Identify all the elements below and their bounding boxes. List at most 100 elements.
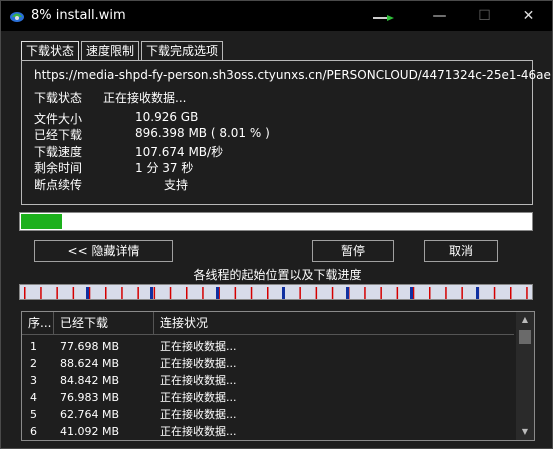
thread-start-mark bbox=[105, 287, 107, 299]
thread-progress-mark bbox=[346, 287, 349, 299]
thread-progress-mark bbox=[86, 287, 89, 299]
thread-index: 2 bbox=[30, 357, 37, 370]
thread-start-mark bbox=[445, 287, 447, 299]
thread-start-mark bbox=[250, 287, 253, 299]
downloaded-label: 已经下载 bbox=[34, 128, 83, 142]
thread-downloaded: 77.698 MB bbox=[60, 340, 120, 353]
speed-value: 107.674 MB/秒 bbox=[135, 145, 224, 159]
table-row[interactable]: 2 88.624 MB 正在接收数据... bbox=[22, 355, 514, 372]
header-index[interactable]: 序... bbox=[22, 312, 54, 334]
header-downloaded[interactable]: 已经下载 bbox=[54, 312, 154, 334]
table-row[interactable]: 4 76.983 MB 正在接收数据... bbox=[22, 389, 514, 406]
thread-state: 正在接收数据... bbox=[160, 357, 237, 370]
thread-start-mark bbox=[169, 287, 172, 299]
close-button[interactable]: ✕ bbox=[506, 1, 551, 31]
thread-list-header: 序... 已经下载 连接状况 bbox=[22, 312, 514, 335]
tab-completion-options[interactable]: 下载完成选项 bbox=[141, 41, 224, 60]
thread-progress-mark bbox=[282, 287, 285, 299]
thread-state: 正在接收数据... bbox=[160, 374, 237, 387]
thread-state: 正在接收数据... bbox=[160, 425, 237, 438]
remaining-value: 1 分 37 秒 bbox=[135, 161, 194, 175]
thread-start-mark bbox=[137, 287, 139, 299]
thread-start-mark bbox=[299, 287, 301, 299]
thread-index: 5 bbox=[30, 408, 37, 421]
window-title: 8% install.wim bbox=[31, 8, 126, 23]
title-bar[interactable]: 8% install.wim — ☐ ✕ bbox=[1, 1, 552, 31]
thread-index: 1 bbox=[30, 340, 37, 353]
thread-state: 正在接收数据... bbox=[160, 391, 237, 404]
pause-button[interactable]: 暂停 bbox=[312, 240, 394, 262]
scroll-thumb[interactable] bbox=[519, 330, 531, 344]
size-value: 10.926 GB bbox=[135, 110, 199, 124]
table-row[interactable]: 3 84.842 MB 正在接收数据... bbox=[22, 372, 514, 389]
tab-bar: 下载状态 速度限制 下载完成选项 bbox=[21, 41, 224, 61]
remaining-label: 剩余时间 bbox=[34, 161, 83, 175]
table-row[interactable]: 5 62.764 MB 正在接收数据... bbox=[22, 406, 514, 423]
thread-start-mark bbox=[234, 287, 237, 299]
thread-start-mark bbox=[526, 287, 528, 299]
hide-details-button[interactable]: << 隐藏详情 bbox=[34, 240, 173, 262]
download-progress-bar bbox=[19, 212, 533, 231]
download-url: https://media-shpd-fy-person.sh3oss.ctyu… bbox=[34, 68, 551, 82]
thread-start-mark bbox=[429, 287, 431, 299]
thread-index: 6 bbox=[30, 425, 37, 438]
thread-marks bbox=[24, 287, 528, 299]
thread-progress-mark bbox=[476, 287, 479, 299]
threads-caption: 各线程的起始位置以及下载进度 bbox=[193, 268, 362, 282]
thread-start-mark bbox=[315, 287, 318, 299]
progress-fill bbox=[21, 214, 62, 229]
thread-start-mark bbox=[56, 287, 58, 299]
thread-downloaded: 84.842 MB bbox=[60, 374, 120, 387]
table-row[interactable]: 1 77.698 MB 正在接收数据... bbox=[22, 338, 514, 355]
thread-start-mark bbox=[331, 287, 334, 299]
thread-start-mark bbox=[153, 287, 156, 299]
thread-start-mark bbox=[186, 287, 188, 299]
tab-download-status[interactable]: 下载状态 bbox=[21, 41, 80, 60]
app-icon bbox=[10, 12, 24, 22]
thread-start-mark bbox=[380, 287, 382, 299]
scroll-down-icon[interactable]: ▼ bbox=[516, 424, 534, 440]
thread-downloaded: 41.092 MB bbox=[60, 425, 120, 438]
header-connection[interactable]: 连接状况 bbox=[154, 312, 514, 334]
state-value: 正在接收数据... bbox=[103, 91, 187, 105]
thread-start-mark bbox=[461, 287, 463, 299]
thread-start-mark bbox=[202, 287, 204, 299]
size-label: 文件大小 bbox=[34, 112, 83, 126]
thread-downloaded: 88.624 MB bbox=[60, 357, 120, 370]
thread-start-mark bbox=[493, 287, 496, 299]
thread-start-mark bbox=[121, 287, 123, 299]
tab-speed-limit[interactable]: 速度限制 bbox=[81, 41, 140, 60]
table-row[interactable]: 6 41.092 MB 正在接收数据... bbox=[22, 423, 514, 440]
thread-start-mark bbox=[88, 287, 91, 299]
speed-label: 下载速度 bbox=[34, 145, 83, 159]
status-panel: https://media-shpd-fy-person.sh3oss.ctyu… bbox=[21, 60, 551, 205]
thread-start-mark bbox=[40, 287, 42, 299]
thread-state: 正在接收数据... bbox=[160, 340, 237, 353]
thread-start-mark bbox=[510, 287, 512, 299]
thread-start-mark bbox=[396, 287, 399, 299]
maximize-button[interactable]: ☐ bbox=[462, 1, 507, 31]
resume-label: 断点续传 bbox=[34, 178, 83, 192]
minimize-button[interactable]: — bbox=[417, 1, 462, 31]
thread-downloaded: 76.983 MB bbox=[60, 391, 120, 404]
thread-progress-mark bbox=[410, 287, 413, 299]
thread-progress-mark bbox=[216, 287, 219, 299]
state-label: 下载状态 bbox=[34, 91, 83, 105]
thread-state: 正在接收数据... bbox=[160, 408, 237, 421]
downloaded-value: 896.398 MB ( 8.01 % ) bbox=[135, 126, 270, 140]
thread-progress-strip bbox=[19, 284, 533, 300]
scroll-up-icon[interactable]: ▲ bbox=[516, 312, 534, 328]
thread-index: 4 bbox=[30, 391, 37, 404]
download-window: 8% install.wim — ☐ ✕ 下载状态 速度限制 下载完成选项 ht… bbox=[0, 0, 553, 449]
thread-start-mark bbox=[24, 287, 26, 299]
cancel-button[interactable]: 取消 bbox=[424, 240, 498, 262]
thread-index: 3 bbox=[30, 374, 37, 387]
thread-progress-mark bbox=[150, 287, 153, 299]
thread-start-mark bbox=[364, 287, 366, 299]
resume-value: 支持 bbox=[164, 178, 189, 192]
thread-list: 序... 已经下载 连接状况 1 77.698 MB 正在接收数据... 2 88.62… bbox=[21, 311, 535, 441]
thread-start-mark bbox=[72, 287, 75, 299]
thread-start-mark bbox=[267, 287, 269, 299]
list-scrollbar[interactable]: ▲ ▼ bbox=[516, 312, 534, 440]
thread-start-mark bbox=[412, 287, 415, 299]
